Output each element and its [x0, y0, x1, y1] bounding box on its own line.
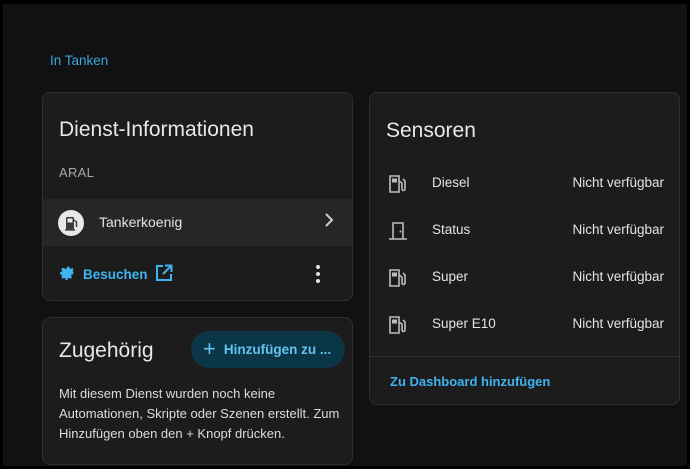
dots-vertical-icon[interactable] [312, 262, 324, 286]
sensor-name: Diesel [432, 175, 470, 190]
add-to-button[interactable]: + Hinzufügen zu ... [191, 331, 345, 368]
sensor-state: Nicht verfügbar [572, 316, 664, 331]
sensor-row-status[interactable]: Status Nicht verfügbar [370, 208, 679, 254]
sensor-row-super-e10[interactable]: Super E10 Nicht verfügbar [370, 302, 679, 348]
sensor-name: Super E10 [432, 316, 496, 331]
sensor-state: Nicht verfügbar [572, 175, 664, 190]
related-title: Zugehörig [59, 339, 154, 362]
door-icon [386, 219, 410, 243]
gas-station-icon [386, 313, 410, 337]
visit-button[interactable]: Besuchen [57, 262, 174, 286]
visit-label: Besuchen [83, 266, 148, 282]
sensor-state: Nicht verfügbar [572, 269, 664, 284]
add-to-dashboard-button[interactable]: Zu Dashboard hinzufügen [390, 374, 550, 389]
page: In Tanken Dienst-Informationen ARAL Tank… [3, 4, 687, 466]
breadcrumb[interactable]: In Tanken [50, 53, 108, 68]
open-in-new-icon [154, 263, 174, 286]
gas-station-logo-icon [58, 210, 84, 236]
manufacturer-label: ARAL [59, 165, 95, 180]
sensor-row-diesel[interactable]: Diesel Nicht verfügbar [370, 161, 679, 207]
gas-station-icon [386, 172, 410, 196]
sensor-name: Super [432, 269, 469, 284]
plus-icon: + [203, 335, 216, 361]
sensors-card: Sensoren Diesel Nicht verfügbar Status N… [369, 92, 680, 405]
sensor-row-super[interactable]: Super Nicht verfügbar [370, 255, 679, 301]
chevron-right-icon [324, 212, 334, 233]
gas-station-icon [386, 266, 410, 290]
integration-row[interactable]: Tankerkoenig [43, 199, 352, 246]
add-to-label: Hinzufügen zu ... [223, 342, 332, 357]
integration-label: Tankerkoenig [99, 214, 183, 230]
gear-icon [57, 263, 77, 286]
sensors-title: Sensoren [386, 119, 476, 142]
related-empty-text: Mit diesem Dienst wurden noch keine Auto… [59, 386, 340, 441]
service-info-card: Dienst-Informationen ARAL Tankerkoenig B… [42, 92, 353, 301]
card-divider [370, 356, 679, 357]
sensor-state: Nicht verfügbar [572, 222, 664, 237]
related-card: Zugehörig + Hinzufügen zu ... Mit diesem… [42, 317, 353, 465]
service-info-title: Dienst-Informationen [59, 118, 254, 141]
service-info-actions: Besuchen [43, 246, 352, 300]
sensor-name: Status [432, 222, 471, 237]
